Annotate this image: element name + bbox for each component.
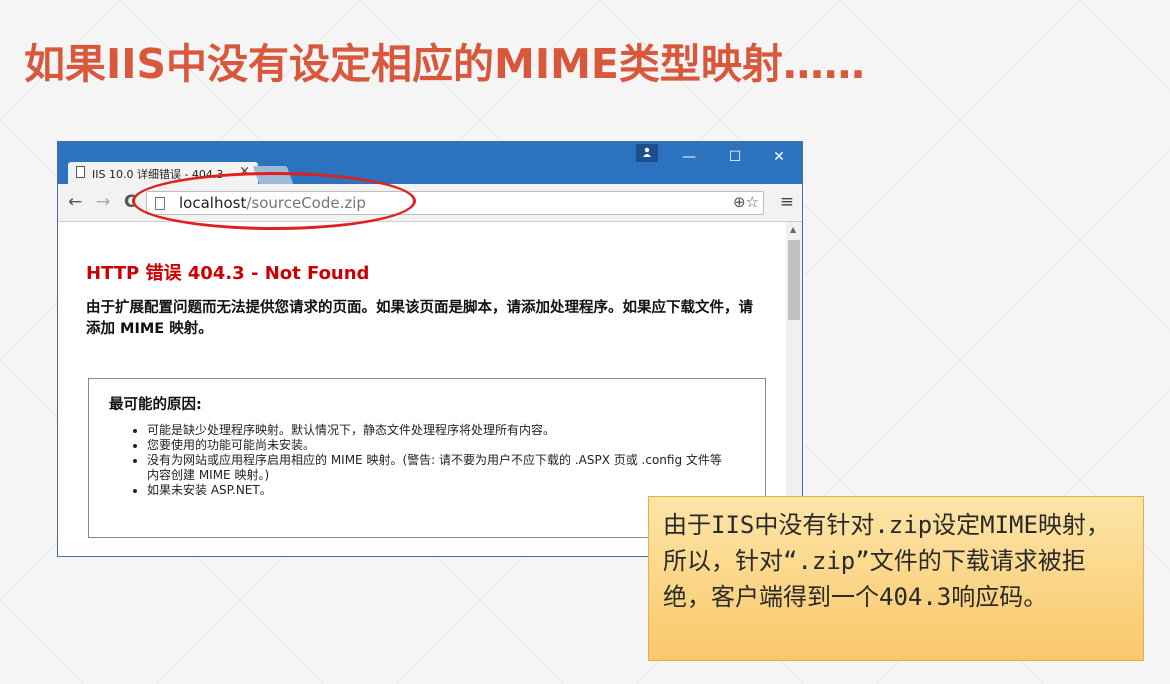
minimize-button[interactable]: — [674,146,704,168]
person-icon[interactable] [636,144,658,162]
forward-button[interactable]: → [96,193,110,211]
error-title: HTTP 错误 404.3 - Not Found [86,263,370,284]
reasons-title: 最可能的原因: [109,397,202,413]
maximize-button[interactable]: ☐ [720,146,750,168]
reasons-list: 可能是缺少处理程序映射。默认情况下，静态文件处理程序将处理所有内容。 您要使用的… [129,423,727,498]
list-item: 您要使用的功能可能尚未安装。 [147,438,727,453]
scroll-thumb[interactable] [788,240,800,320]
omnibox-icons: ⊕☆ [733,193,759,211]
list-item: 可能是缺少处理程序映射。默认情况下，静态文件处理程序将处理所有内容。 [147,423,727,438]
highlight-ellipse [132,172,416,230]
document-icon [76,166,85,178]
star-icon[interactable]: ☆ [746,193,759,211]
error-description: 由于扩展配置问题而无法提供您请求的页面。如果该页面是脚本，请添加处理程序。如果应… [86,300,753,337]
list-item: 如果未安装 ASP.NET。 [147,483,727,498]
slide-title: 如果IIS中没有设定相应的MIME类型映射…… [24,40,865,88]
zoom-icon[interactable]: ⊕ [733,193,746,211]
close-button[interactable]: ✕ [764,146,794,168]
browser-titlebar: IIS 10.0 详细错误 - 404.3 × — ☐ ✕ [58,142,802,184]
scroll-up-icon[interactable]: ▲ [790,225,796,234]
back-button[interactable]: ← [68,193,82,211]
menu-icon[interactable]: ≡ [780,192,794,212]
callout-note: 由于IIS中没有针对.zip设定MIME映射，所以，针对“.zip”文件的下载请… [648,496,1144,661]
list-item: 没有为网站或应用程序启用相应的 MIME 映射。(警告: 请不要为用户不应下载的… [147,453,727,483]
